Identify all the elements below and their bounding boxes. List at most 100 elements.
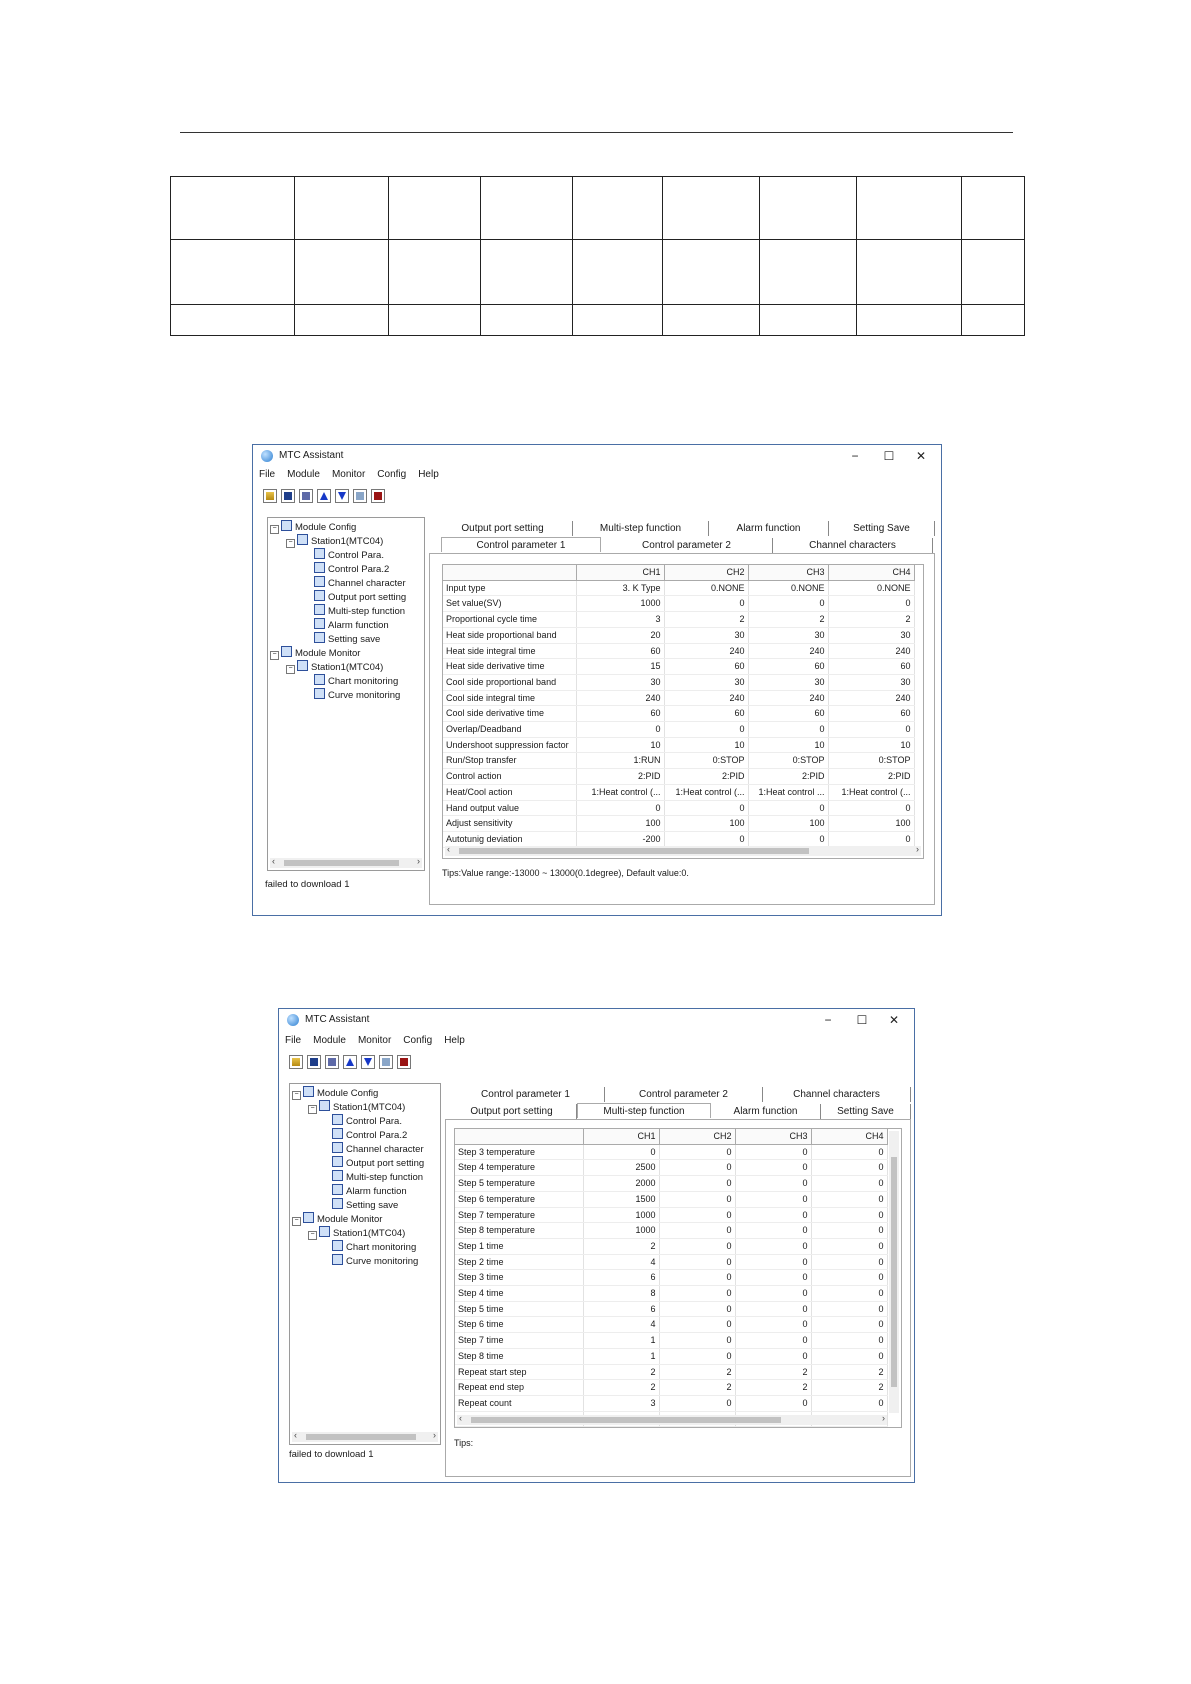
scroll-thumb[interactable]	[891, 1157, 897, 1387]
parameter-value-cell[interactable]: 0	[735, 1175, 812, 1192]
parameter-value-cell[interactable]: 0	[735, 1191, 812, 1208]
parameter-value-cell[interactable]: 0	[664, 800, 749, 817]
parameter-value-cell[interactable]: 0	[828, 800, 915, 817]
parameter-value-cell[interactable]: 0	[664, 831, 749, 848]
tab-setting-save[interactable]: Setting Save	[829, 521, 935, 536]
parameter-value-cell[interactable]: 2	[583, 1364, 660, 1381]
column-header-ch1[interactable]: CH1	[576, 565, 665, 581]
parameter-value-cell[interactable]: 0	[748, 595, 829, 613]
parameter-value-cell[interactable]: 0:STOP	[664, 752, 749, 770]
parameter-value-cell[interactable]: 0	[576, 721, 665, 738]
download-arrow-icon[interactable]	[335, 489, 349, 503]
parameter-value-cell[interactable]: 0	[735, 1301, 812, 1318]
parameter-value-cell[interactable]: 0	[659, 1316, 736, 1334]
parameter-value-cell[interactable]: 0:STOP	[828, 752, 915, 770]
parameter-value-cell[interactable]: 2	[748, 611, 829, 628]
parameter-value-cell[interactable]: 0	[735, 1395, 812, 1412]
tab-multi-step-function[interactable]: Multi-step function	[577, 1103, 711, 1118]
parameter-value-cell[interactable]: 100	[664, 815, 749, 832]
tree-monitor-station[interactable]: − Station1(MTC04)	[308, 1226, 405, 1240]
minimize-button[interactable]: −	[839, 447, 871, 465]
tree-channel-character[interactable]: Channel character	[332, 1142, 424, 1155]
table-row[interactable]: Input type 3. K Type 0.NONE 0.NONE 0.NONE	[443, 580, 915, 597]
parameter-value-cell[interactable]: 0	[811, 1238, 888, 1255]
parameter-value-cell[interactable]: 6	[583, 1301, 660, 1318]
tree-chart-monitoring[interactable]: Chart monitoring	[314, 674, 398, 687]
parameter-value-cell[interactable]: 2000	[583, 1175, 660, 1192]
tree-monitor-station[interactable]: − Station1(MTC04)	[286, 660, 383, 674]
parameter-value-cell[interactable]: 240	[828, 690, 915, 707]
tree-control-para[interactable]: Control Para.	[332, 1114, 402, 1127]
parameter-value-cell[interactable]: 30	[748, 674, 829, 691]
parameter-value-cell[interactable]: 0	[735, 1269, 812, 1287]
tree-output-port-setting[interactable]: Output port setting	[332, 1156, 424, 1169]
parameter-value-cell[interactable]: 60	[828, 705, 915, 723]
menu-help[interactable]: Help	[418, 469, 439, 485]
table-row[interactable]: Step 2 time 4 0 0 0	[455, 1254, 888, 1271]
open-icon[interactable]	[289, 1055, 303, 1069]
parameter-value-cell[interactable]: 240	[576, 690, 665, 707]
column-header-ch1[interactable]: CH1	[583, 1129, 660, 1145]
parameter-value-cell[interactable]: 30	[576, 674, 665, 691]
parameter-value-cell[interactable]: 3	[576, 611, 665, 628]
parameter-value-cell[interactable]: 60	[576, 705, 665, 723]
table-row[interactable]: Step 4 time 8 0 0 0	[455, 1285, 888, 1302]
tree-control-para-2[interactable]: Control Para.2	[332, 1128, 407, 1141]
table-row[interactable]: Cool side integral time 240 240 240 240	[443, 690, 915, 707]
parameter-value-cell[interactable]: 0	[811, 1332, 888, 1349]
parameter-value-cell[interactable]: 2	[583, 1238, 660, 1255]
save-icon[interactable]	[281, 489, 295, 503]
parameter-value-cell[interactable]: 240	[664, 690, 749, 707]
parameter-value-cell[interactable]: 0	[735, 1332, 812, 1349]
parameter-value-cell[interactable]: 0	[659, 1238, 736, 1255]
menu-monitor[interactable]: Monitor	[358, 1035, 391, 1051]
grid-horizontal-scrollbar[interactable]: ‹ ›	[457, 1413, 887, 1425]
grid-horizontal-scrollbar[interactable]: ‹ ›	[445, 844, 921, 856]
menu-monitor[interactable]: Monitor	[332, 469, 365, 485]
tab-output-port-setting[interactable]: Output port setting	[447, 1104, 577, 1119]
stop-icon[interactable]	[371, 489, 385, 503]
tab-setting-save[interactable]: Setting Save	[821, 1104, 911, 1119]
column-header-name[interactable]	[455, 1129, 584, 1145]
scroll-thumb[interactable]	[306, 1434, 416, 1440]
tree-output-port-setting[interactable]: Output port setting	[314, 590, 406, 603]
parameter-value-cell[interactable]: 240	[748, 690, 829, 707]
parameter-value-cell[interactable]: 1000	[583, 1207, 660, 1224]
tree-curve-monitoring[interactable]: Curve monitoring	[332, 1254, 418, 1267]
table-row[interactable]: Step 3 temperature 0 0 0 0	[455, 1144, 888, 1161]
parameter-value-cell[interactable]: 0	[659, 1285, 736, 1302]
table-row[interactable]: Step 3 time 6 0 0 0	[455, 1269, 888, 1287]
parameter-value-cell[interactable]: 1:Heat control (...	[664, 784, 749, 801]
table-row[interactable]: Heat side integral time 60 240 240 240	[443, 643, 915, 660]
close-button[interactable]: ✕	[878, 1011, 910, 1029]
tree-station[interactable]: − Station1(MTC04)	[308, 1100, 405, 1114]
table-row[interactable]: Set value(SV) 1000 0 0 0	[443, 595, 915, 613]
parameter-value-cell[interactable]: 60	[748, 705, 829, 723]
scroll-left-icon[interactable]: ‹	[447, 844, 450, 854]
tab-channel-characters[interactable]: Channel characters	[773, 538, 933, 553]
parameter-value-cell[interactable]: 0	[735, 1222, 812, 1239]
parameter-value-cell[interactable]: 0	[664, 721, 749, 738]
parameter-value-cell[interactable]: 0	[811, 1144, 888, 1161]
parameter-value-cell[interactable]: 240	[828, 643, 915, 660]
parameter-value-cell[interactable]: 2:PID	[576, 768, 665, 785]
parameter-value-cell[interactable]: 0	[811, 1175, 888, 1192]
parameter-value-cell[interactable]: 0	[659, 1269, 736, 1287]
table-row[interactable]: Adjust sensitivity 100 100 100 100	[443, 815, 915, 832]
tree-setting-save[interactable]: Setting save	[332, 1198, 398, 1211]
column-header-ch4[interactable]: CH4	[828, 565, 915, 581]
parameter-value-cell[interactable]: 60	[664, 658, 749, 675]
menu-help[interactable]: Help	[444, 1035, 465, 1051]
table-row[interactable]: Cool side proportional band 30 30 30 30	[443, 674, 915, 691]
parameter-value-cell[interactable]: 3	[583, 1395, 660, 1412]
parameter-value-cell[interactable]: 1	[583, 1332, 660, 1349]
tree-alarm-function[interactable]: Alarm function	[332, 1184, 407, 1197]
parameter-value-cell[interactable]: 0	[659, 1222, 736, 1239]
tree-station[interactable]: − Station1(MTC04)	[286, 534, 383, 548]
save-icon[interactable]	[307, 1055, 321, 1069]
tab-control-parameter-2[interactable]: Control parameter 2	[601, 538, 773, 553]
parameter-value-cell[interactable]: 0	[735, 1238, 812, 1255]
table-row[interactable]: Proportional cycle time 3 2 2 2	[443, 611, 915, 628]
tree-curve-monitoring[interactable]: Curve monitoring	[314, 688, 400, 701]
parameter-value-cell[interactable]: 100	[828, 815, 915, 832]
